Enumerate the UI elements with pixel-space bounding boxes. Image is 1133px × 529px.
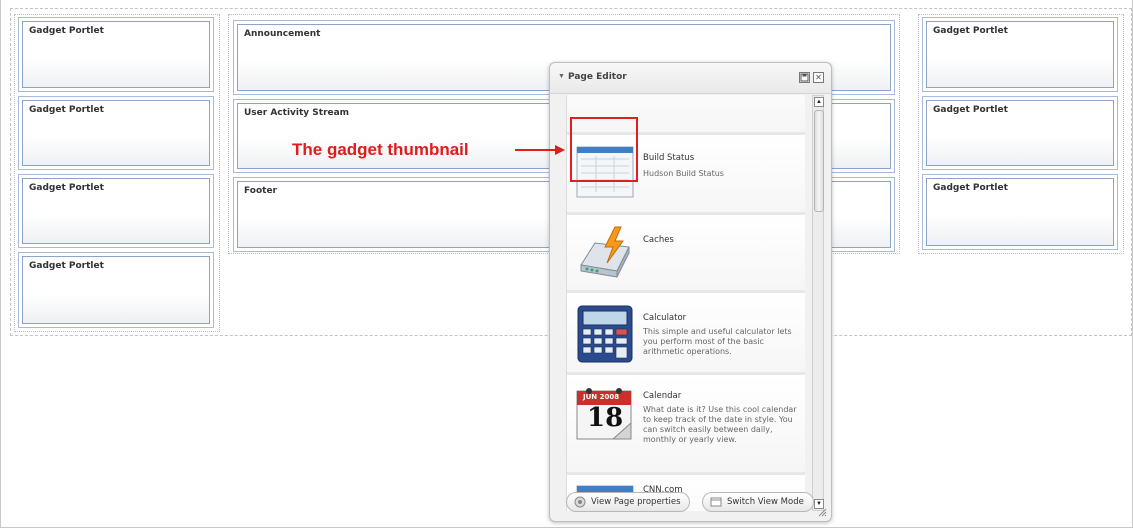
calculator-icon [575, 303, 635, 363]
save-icon[interactable] [799, 72, 810, 83]
gadget-portlet[interactable]: Gadget Portlet [922, 17, 1118, 92]
caches-icon [577, 225, 633, 281]
scroll-up-icon[interactable]: ▲ [814, 97, 824, 107]
view-mode-icon [710, 497, 722, 507]
switch-view-mode-label: Switch View Mode [727, 497, 804, 507]
thumbnail-highlight-box [570, 117, 638, 182]
view-page-properties-button[interactable]: View Page properties [566, 492, 690, 512]
gadget-portlet[interactable]: Gadget Portlet [18, 174, 214, 248]
portlet-title: Gadget Portlet [926, 21, 1114, 88]
list-item[interactable]: Calculator This simple and useful calcul… [567, 293, 805, 375]
calendar-icon: JUN 2008 18 [573, 383, 635, 443]
gadget-list-scrollbar[interactable]: ▲ ▼ [812, 95, 824, 511]
calendar-day-label: 18 [587, 403, 624, 433]
gadget-portlet[interactable]: Gadget Portlet [922, 96, 1118, 170]
portlet-title: Gadget Portlet [926, 178, 1114, 246]
gadget-portlet[interactable]: Gadget Portlet [18, 96, 214, 170]
resize-grip-icon[interactable] [817, 507, 827, 517]
portlet-title: Gadget Portlet [22, 256, 210, 324]
switch-view-mode-button[interactable]: Switch View Mode [702, 492, 814, 512]
gadget-portlet[interactable]: Gadget Portlet [922, 174, 1118, 250]
calendar-month-label: JUN 2008 [583, 393, 620, 401]
gadget-portlet[interactable]: Gadget Portlet [18, 252, 214, 328]
list-item[interactable]: JUN 2008 18 Calendar What date is it? Us… [567, 375, 805, 475]
gadget-name: Build Status [643, 153, 695, 163]
portlet-title: Gadget Portlet [22, 21, 210, 88]
page-editor-header[interactable]: ▼ Page Editor ✕ [550, 63, 831, 94]
gadget-description: Hudson Build Status [643, 169, 724, 178]
portlet-title: Gadget Portlet [22, 178, 210, 244]
gadget-portlet[interactable]: Gadget Portlet [18, 17, 214, 92]
gadget-description: This simple and useful calculator lets y… [643, 327, 792, 356]
view-page-properties-label: View Page properties [591, 497, 681, 507]
scroll-thumb[interactable] [814, 110, 824, 212]
annotation-arrow-icon [515, 145, 565, 155]
annotation-label: The gadget thumbnail [292, 140, 469, 159]
list-item[interactable]: Caches [567, 215, 805, 293]
gadget-name: Calendar [643, 391, 682, 401]
gadget-name: Caches [643, 235, 674, 245]
close-icon[interactable]: ✕ [813, 72, 824, 83]
collapse-arrow-icon[interactable]: ▼ [558, 73, 565, 80]
page-editor-title: Page Editor [568, 72, 627, 82]
portlet-title: Gadget Portlet [926, 100, 1114, 166]
portlet-title: Gadget Portlet [22, 100, 210, 166]
gadget-description: What date is it? Use this cool calendar … [643, 405, 797, 444]
properties-icon [574, 496, 586, 508]
gadget-name: Calculator [643, 313, 687, 323]
